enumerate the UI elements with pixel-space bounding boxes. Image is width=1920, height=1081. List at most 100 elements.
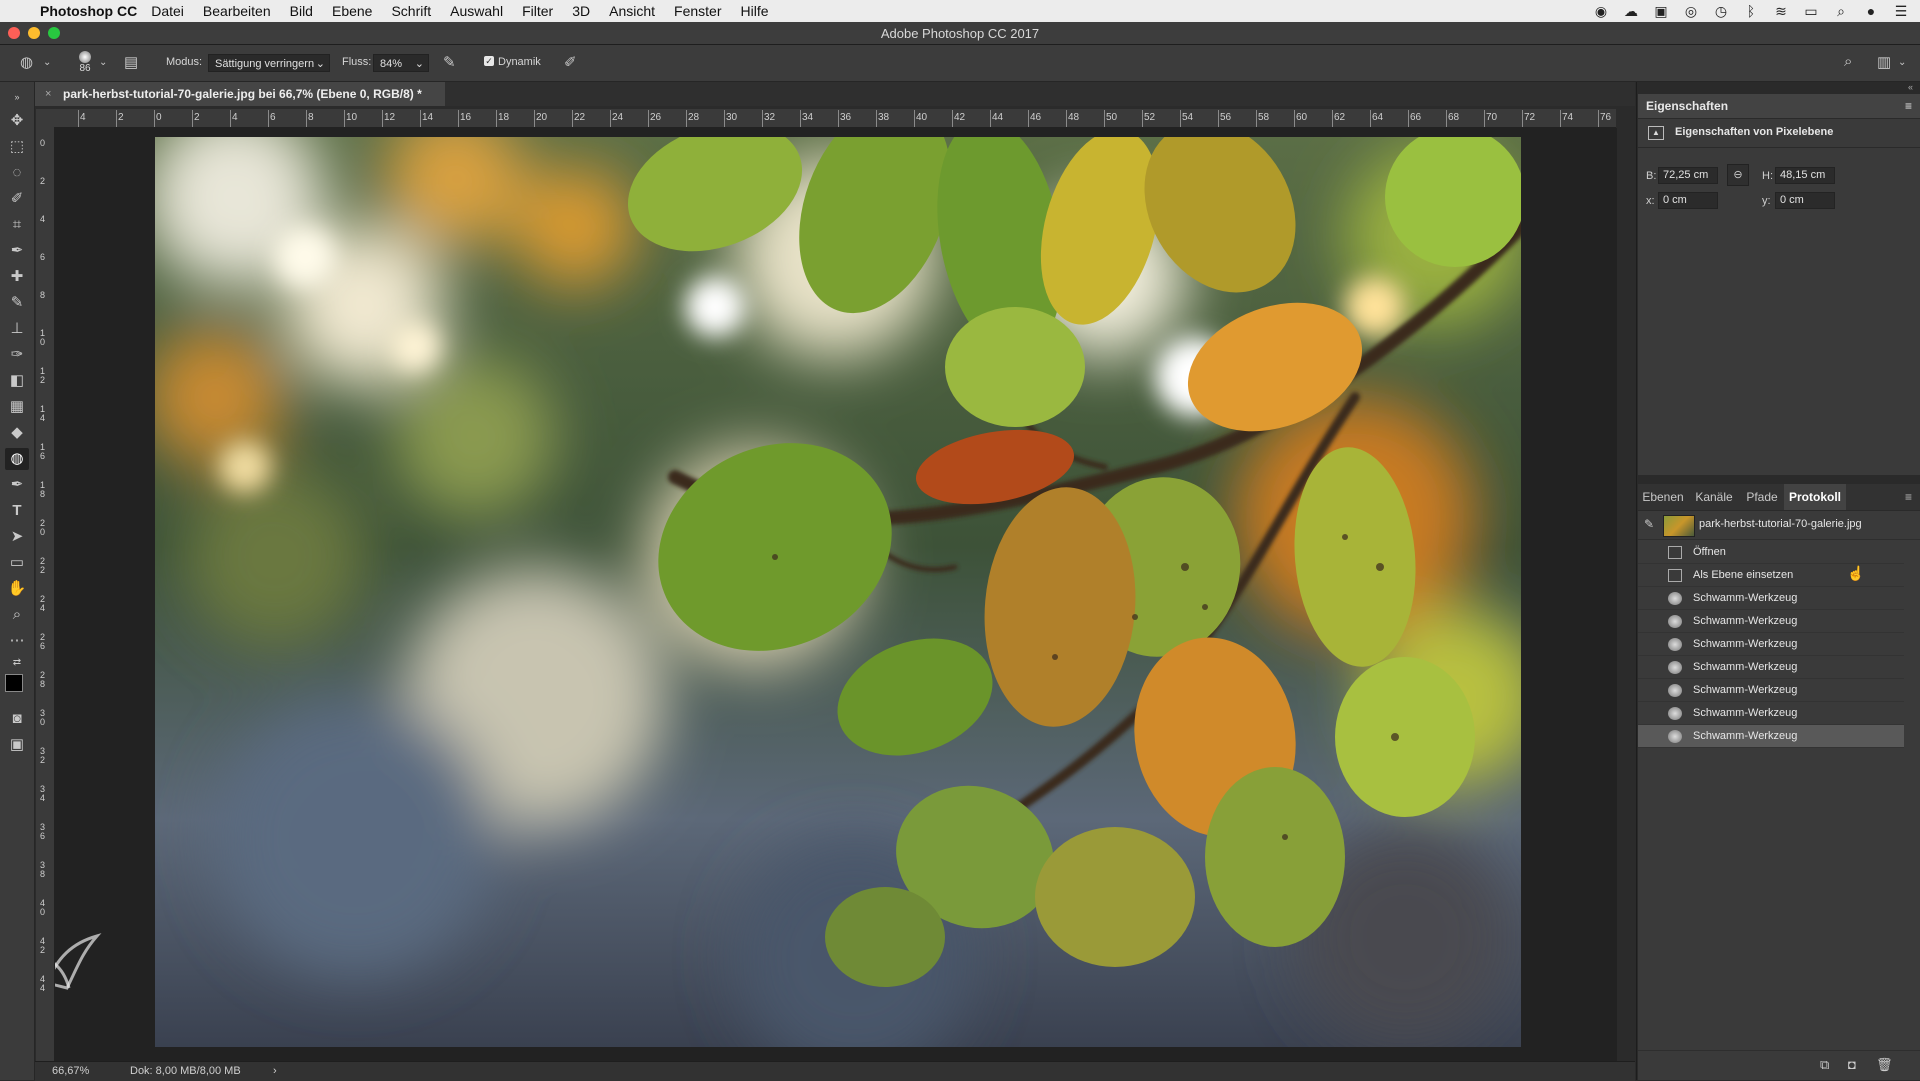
vertical-ruler[interactable]: 0 2 4 6 8 1 0 1 2 1 4 1 6 1 8 2 0 2 2 2 4 2 6 2 8 3 0 3 … — [36, 127, 55, 1063]
gradient-tool-icon[interactable]: ▦ — [5, 396, 29, 418]
history-row[interactable]: Schwamm-Werkzeug — [1638, 610, 1904, 633]
move-tool-icon[interactable]: ✥ — [5, 110, 29, 132]
sponge-tool-icon[interactable]: ◍ — [5, 448, 29, 470]
history-brush-source-icon[interactable]: ✎ — [1644, 517, 1654, 531]
display-icon[interactable]: ▣ — [1652, 3, 1670, 20]
history-row[interactable]: Schwamm-Werkzeug — [1638, 633, 1904, 656]
bluetooth-icon[interactable]: ᛒ — [1742, 3, 1760, 19]
brush-panel-icon[interactable]: ▤ — [124, 53, 138, 71]
type-tool-icon[interactable]: T — [5, 500, 29, 522]
rectangle-tool-icon[interactable]: ▭ — [5, 552, 29, 574]
link-proportions-icon[interactable]: ⊖ — [1727, 164, 1749, 186]
menu-bearbeiten[interactable]: Bearbeiten — [203, 3, 271, 19]
eyedropper-tool-icon[interactable]: ✒ — [5, 240, 29, 262]
chevron-down-icon[interactable]: ⌄ — [43, 57, 51, 68]
vibrance-checkbox[interactable]: ✓ — [484, 56, 494, 66]
wifi-icon[interactable]: ≋ — [1772, 3, 1790, 20]
menu-bild[interactable]: Bild — [290, 3, 313, 19]
history-row[interactable]: Schwamm-Werkzeug — [1638, 656, 1904, 679]
panel-menu-icon[interactable]: ≡ — [1905, 94, 1912, 118]
mode-select[interactable]: Sättigung verringern ⌄ — [208, 54, 330, 72]
menu-auswahl[interactable]: Auswahl — [450, 3, 503, 19]
airbrush-icon[interactable]: ✎ — [443, 53, 456, 71]
app-menu[interactable]: Photoshop CC — [40, 3, 137, 19]
creative-cloud-icon[interactable]: ☁ — [1622, 3, 1640, 20]
new-snapshot-icon[interactable]: ◘ — [1848, 1057, 1856, 1072]
menu-hilfe[interactable]: Hilfe — [741, 3, 769, 19]
eraser-tool-icon[interactable]: ◧ — [5, 370, 29, 392]
menu-datei[interactable]: Datei — [151, 3, 184, 19]
horizontal-ruler[interactable]: 4 2 0 2 4 6 8 10 12 14 16 18 20 22 24 26 28 30 32 34 36 38 40 4… — [54, 109, 1616, 128]
blur-tool-icon[interactable]: ◆ — [5, 422, 29, 444]
ruler-tick-label: 50 — [1106, 112, 1118, 123]
history-snapshot-row[interactable]: ✎ park-herbst-tutorial-70-galerie.jpg — [1638, 511, 1920, 540]
record-icon[interactable]: ◉ — [1592, 3, 1610, 20]
siri-icon[interactable]: ● — [1862, 3, 1880, 19]
menu-fenster[interactable]: Fenster — [674, 3, 721, 19]
brush-tool-icon[interactable]: ✎ — [5, 292, 29, 314]
ruler-tick — [1446, 110, 1447, 127]
more-tools-icon[interactable]: ⋯ — [5, 630, 29, 652]
search-icon[interactable]: ⌕ — [1844, 53, 1852, 70]
lasso-tool-icon[interactable]: ◌ — [5, 162, 29, 184]
zoom-level[interactable]: 66,67% — [52, 1062, 89, 1081]
history-row[interactable]: Öffnen — [1638, 541, 1904, 564]
quick-selection-tool-icon[interactable]: ✐ — [5, 188, 29, 210]
time-machine-icon[interactable]: ◷ — [1712, 3, 1730, 20]
zoom-tool-icon[interactable]: ⌕ — [5, 604, 29, 626]
hand-tool-icon[interactable]: ✋ — [5, 578, 29, 600]
y-label: y: — [1762, 195, 1771, 207]
x-field[interactable]: 0 cm — [1658, 192, 1718, 209]
history-row-selected[interactable]: Schwamm-Werkzeug — [1638, 725, 1904, 748]
menu-filter[interactable]: Filter — [522, 3, 553, 19]
pen-tool-icon[interactable]: ✒ — [5, 474, 29, 496]
history-row[interactable]: Schwamm-Werkzeug — [1638, 679, 1904, 702]
history-row[interactable]: Schwamm-Werkzeug — [1638, 587, 1904, 610]
crop-tool-icon[interactable]: ⌗ — [5, 214, 29, 236]
flow-input[interactable]: 84% ⌄ — [373, 54, 429, 72]
sponge-tool-preset-icon[interactable]: ◍ — [20, 53, 33, 71]
ruler-tick-label: 1 8 — [40, 480, 46, 499]
y-field[interactable]: 0 cm — [1775, 192, 1835, 209]
spotlight-icon[interactable]: ⌕ — [1832, 3, 1850, 20]
brush-preset-picker[interactable]: 86 — [76, 51, 94, 79]
width-field[interactable]: 72,25 cm — [1658, 167, 1718, 184]
workspace-icon[interactable]: ▥ — [1877, 53, 1891, 71]
new-document-from-state-icon[interactable]: ⧉ — [1820, 1057, 1829, 1073]
close-tab-icon[interactable]: × — [45, 82, 51, 106]
collapse-toolbar-icon[interactable]: » — [5, 86, 29, 108]
clone-stamp-tool-icon[interactable]: ⊥ — [5, 318, 29, 340]
sync-icon[interactable]: ◎ — [1682, 3, 1700, 20]
menu-ebene[interactable]: Ebene — [332, 3, 372, 19]
chevron-down-icon[interactable]: ⌄ — [1898, 57, 1906, 68]
canvas-area[interactable] — [55, 128, 1617, 1061]
height-field[interactable]: 48,15 cm — [1775, 167, 1835, 184]
trash-icon[interactable]: 🗑 — [1876, 1057, 1893, 1073]
tab-kanaele[interactable]: Kanäle — [1688, 484, 1740, 510]
ruler-origin[interactable] — [36, 109, 54, 127]
panel-menu-icon[interactable]: ≡ — [1905, 490, 1912, 504]
menu-3d[interactable]: 3D — [572, 3, 590, 19]
screen-mode-icon[interactable]: ▣ — [5, 734, 29, 756]
healing-brush-tool-icon[interactable]: ✚ — [5, 266, 29, 288]
document-tab[interactable]: × park-herbst-tutorial-70-galerie.jpg be… — [35, 82, 445, 106]
history-row[interactable]: Schwamm-Werkzeug — [1638, 702, 1904, 725]
collapse-panels-icon[interactable]: « — [1908, 82, 1913, 92]
tab-protokoll[interactable]: Protokoll — [1784, 484, 1846, 510]
airplay-icon[interactable]: ▭ — [1802, 3, 1820, 20]
default-colors-icon[interactable]: ⇄ — [5, 652, 29, 674]
quick-mask-icon[interactable]: ◙ — [5, 708, 29, 730]
marquee-tool-icon[interactable]: ⬚ — [5, 136, 29, 158]
pressure-size-icon[interactable]: ✐ — [564, 53, 577, 71]
history-brush-tool-icon[interactable]: ✑ — [5, 344, 29, 366]
foreground-color-swatch[interactable] — [5, 674, 23, 692]
notification-center-icon[interactable]: ☰ — [1892, 3, 1910, 20]
chevron-down-icon[interactable]: ⌄ — [99, 57, 107, 68]
menu-schrift[interactable]: Schrift — [391, 3, 431, 19]
tab-pfade[interactable]: Pfade — [1740, 484, 1784, 510]
autumn-leaves-photo[interactable] — [155, 137, 1521, 1047]
status-menu-arrow[interactable]: › — [273, 1062, 277, 1081]
tab-ebenen[interactable]: Ebenen — [1638, 484, 1688, 510]
menu-ansicht[interactable]: Ansicht — [609, 3, 655, 19]
path-selection-tool-icon[interactable]: ➤ — [5, 526, 29, 548]
